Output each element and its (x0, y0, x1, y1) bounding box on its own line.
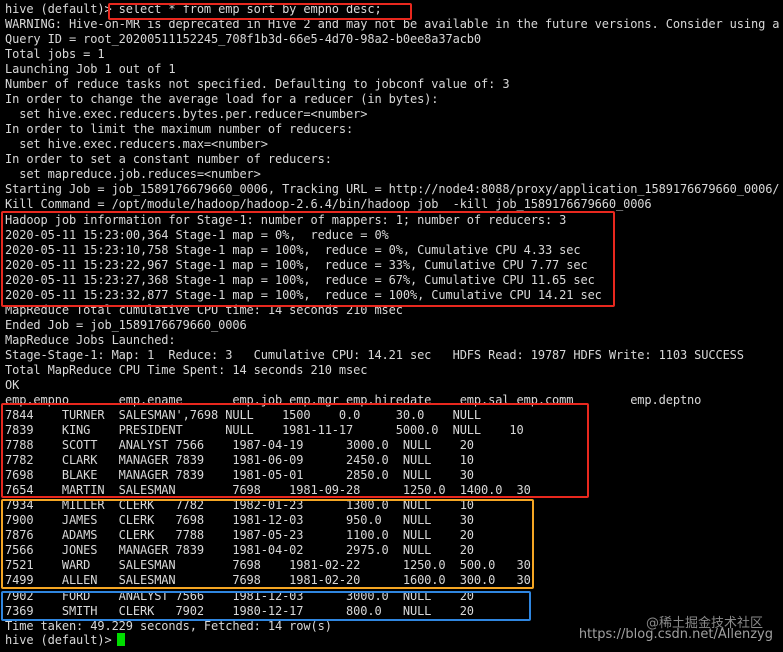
terminal-window[interactable]: hive (default)> select * from emp sort b… (0, 0, 783, 652)
prompt-line[interactable]: hive (default)> (5, 633, 119, 648)
reducer-1-highlight-box (1, 403, 589, 498)
output-line: In order to change the average load for … (5, 92, 439, 106)
ok-line: OK (5, 378, 20, 392)
output-line: MapReduce Jobs Launched: (5, 333, 176, 347)
command-highlight-box (108, 3, 412, 20)
reducer-2-highlight-box (1, 499, 534, 589)
output-line: In order to limit the maximum number of … (5, 122, 354, 136)
query-id-line: Query ID = root_20200511152245_708f1b3d-… (5, 32, 482, 46)
output-line: set hive.exec.reducers.max=<number> (5, 137, 268, 151)
reducer-3-highlight-box (1, 591, 531, 621)
stage-summary-line: Stage-Stage-1: Map: 1 Reduce: 3 Cumulati… (5, 348, 744, 362)
watermark-url: https://blog.csdn.net/Allenzyg (578, 627, 773, 642)
kill-command-line: Kill Command = /opt/module/hadoop/hadoop… (5, 197, 652, 211)
output-line: Total jobs = 1 (5, 47, 105, 61)
output-line: set mapreduce.job.reduces=<number> (5, 167, 261, 181)
output-line: Launching Job 1 out of 1 (5, 62, 176, 76)
time-taken-line: Time taken: 49.229 seconds, Fetched: 14 … (5, 619, 332, 633)
output-line: Total MapReduce CPU Time Spent: 14 secon… (5, 363, 368, 377)
job-progress-highlight-box (1, 211, 615, 307)
output-line: Number of reduce tasks not specified. De… (5, 77, 510, 91)
output-line: Ended Job = job_1589176679660_0006 (5, 318, 247, 332)
cursor (117, 633, 125, 646)
output-line: In order to set a constant number of red… (5, 152, 332, 166)
tracking-url-line: Starting Job = job_1589176679660_0006, T… (5, 182, 780, 196)
output-line: set hive.exec.reducers.bytes.per.reducer… (5, 107, 368, 121)
